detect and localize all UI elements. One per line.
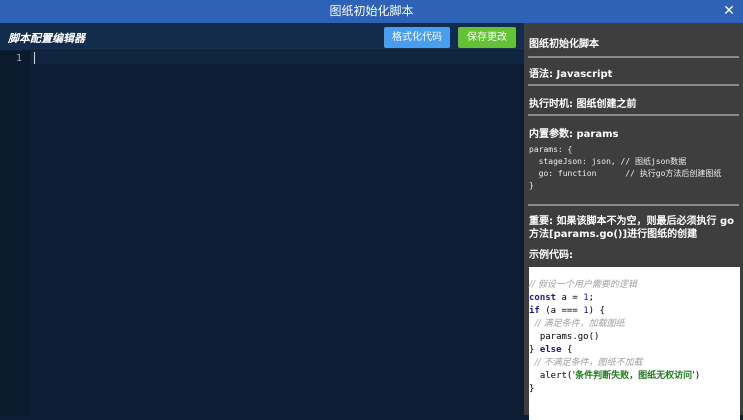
editor-panel: 脚本配置编辑器 格式化代码 保存更改 1: [0, 23, 524, 415]
code-comment: // 满足条件，加载图纸: [529, 319, 625, 329]
example-code: // 假设一个用户需要的逻辑 const a = 1; if (a === 1)…: [529, 279, 700, 396]
timing-label: 执行时机: 图纸创建之前: [529, 99, 637, 110]
code-text: ) {: [588, 306, 605, 316]
code-comment: // 假设一个用户需要的逻辑: [529, 280, 637, 290]
format-code-button[interactable]: 格式化代码: [384, 27, 450, 48]
close-icon[interactable]: ✕: [721, 0, 737, 23]
code-text: alert(: [529, 371, 573, 381]
line-number-gutter: 1: [0, 50, 30, 415]
code-text: a =: [556, 293, 584, 303]
line-number: 1: [15, 53, 22, 64]
code-text: params.go(): [529, 332, 600, 342]
params-title: 内置参数: params: [529, 129, 619, 140]
help-panel: 图纸初始化脚本 语法: Javascript 执行时机: 图纸创建之前 内置参数…: [524, 23, 743, 420]
dialog-titlebar: 图纸初始化脚本 ✕: [0, 0, 743, 23]
code-text: {: [561, 345, 573, 355]
divider: [528, 56, 739, 58]
save-changes-button[interactable]: 保存更改: [458, 27, 516, 48]
script-dialog: 图纸初始化脚本 ✕ 脚本配置编辑器 格式化代码 保存更改 1 图纸初始化脚本 语…: [0, 0, 743, 420]
help-heading: 图纸初始化脚本: [529, 39, 599, 50]
example-code-box: // 假设一个用户需要的逻辑 const a = 1; if (a === 1)…: [529, 267, 740, 420]
code-keyword: const: [529, 293, 557, 303]
code-comment: // 不满足条件，图纸不加载: [529, 358, 643, 368]
code-string: '条件判断失败，图纸无权访问': [572, 371, 695, 381]
code-text: ): [694, 371, 701, 381]
language-label: 语法: Javascript: [529, 69, 613, 80]
code-text: }: [529, 345, 540, 355]
divider: [528, 84, 739, 86]
example-title: 示例代码:: [529, 250, 573, 261]
divider: [528, 204, 739, 206]
editor-header: 脚本配置编辑器 格式化代码 保存更改: [0, 23, 524, 50]
dialog-title: 图纸初始化脚本: [329, 4, 414, 18]
active-line-highlight: [30, 51, 524, 64]
code-text: (a ===: [539, 306, 584, 316]
text-cursor: [34, 52, 35, 64]
code-text: }: [529, 384, 535, 394]
important-note: 重要: 如果该脚本不为空，则最后必须执行 go 方法[params.go()]进…: [529, 216, 734, 240]
code-text: ;: [588, 293, 595, 303]
code-keyword: else: [539, 345, 562, 355]
code-editor[interactable]: 1: [0, 50, 524, 415]
divider: [528, 114, 739, 116]
params-code: params: { stageJson: json, // 图纸json数据 g…: [529, 145, 722, 190]
editor-title: 脚本配置编辑器: [8, 32, 85, 45]
code-keyword: if: [529, 306, 540, 316]
